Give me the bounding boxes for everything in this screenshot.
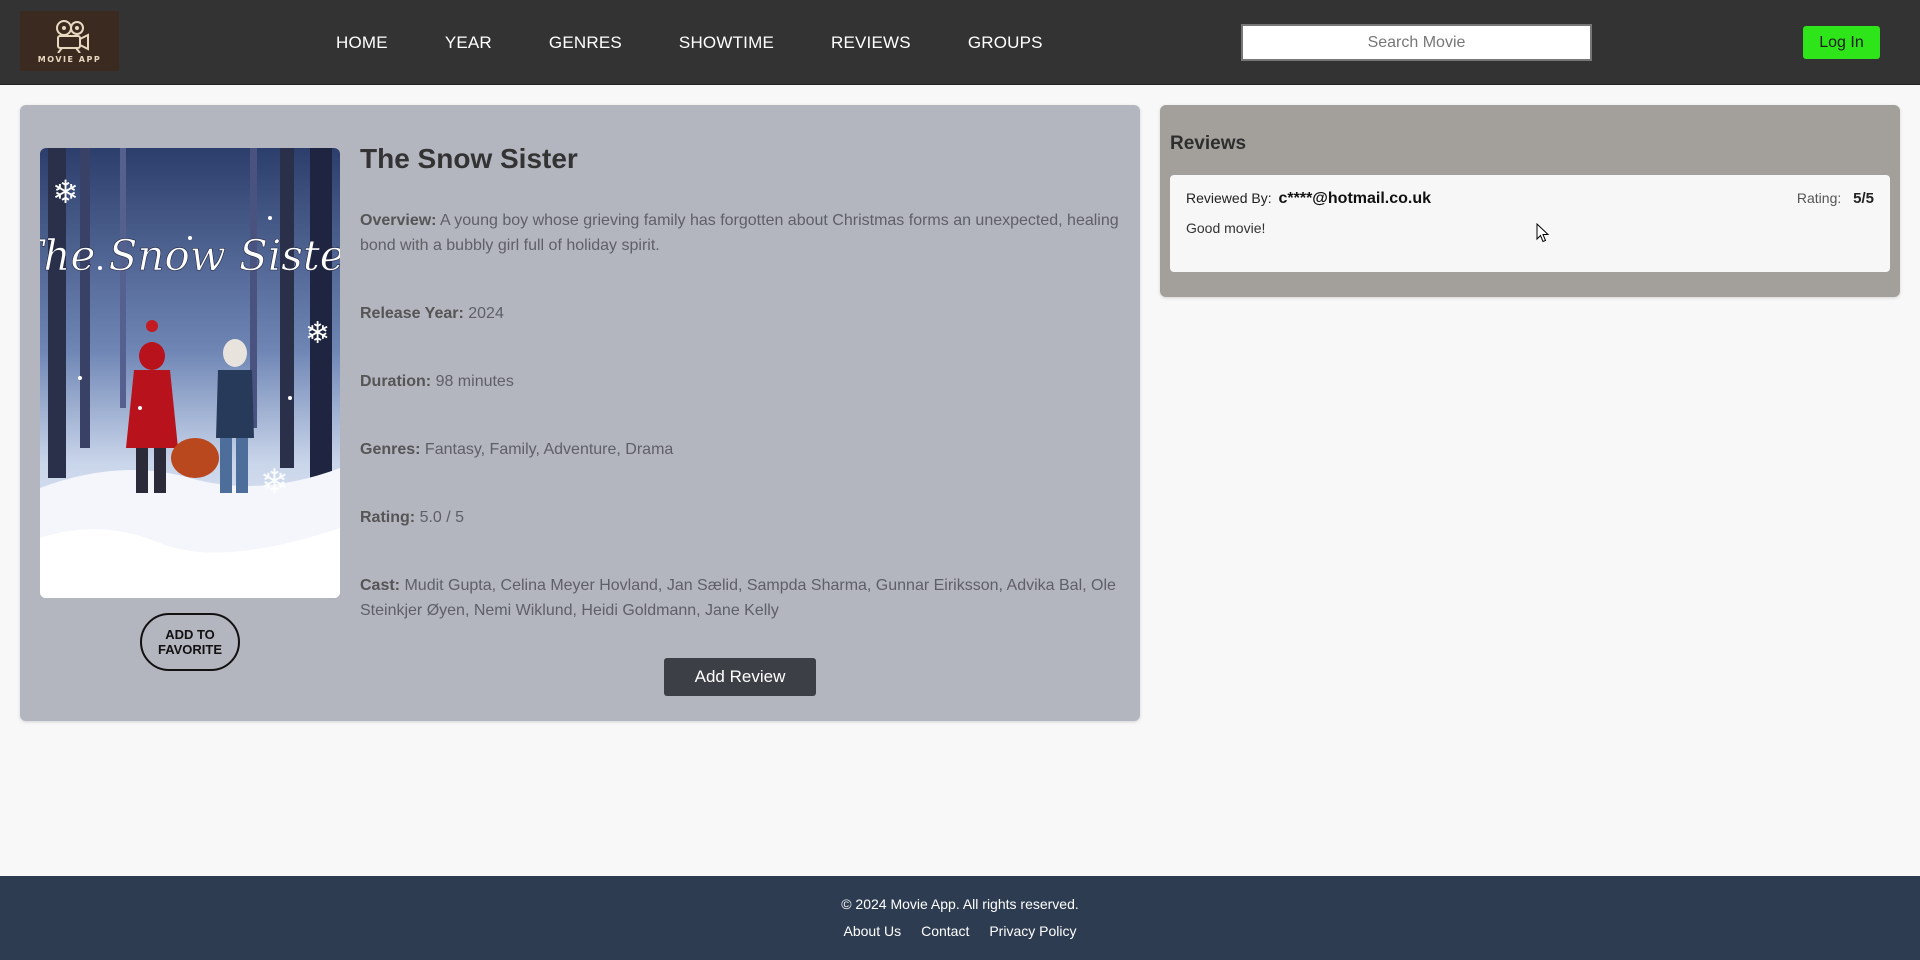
movie-details-panel: ❄ ❄ ❄ The Snow Sister ADD TO FAVORITE Th… — [20, 105, 1140, 721]
duration-value: 98 minutes — [435, 373, 514, 390]
movie-title: The Snow Sister — [360, 143, 578, 174]
poster-title: The Snow Sister — [40, 231, 340, 280]
main-nav: HOME YEAR GENRES SHOWTIME REVIEWS GROUPS — [336, 0, 1100, 85]
rating-label: Rating: — [360, 509, 416, 526]
nav-year[interactable]: YEAR — [445, 33, 492, 53]
genres-row: Genres: Fantasy, Family, Adventure, Dram… — [360, 437, 1130, 462]
svg-text:❄: ❄ — [305, 316, 330, 351]
login-button[interactable]: Log In — [1803, 26, 1880, 59]
release-year-label: Release Year: — [360, 305, 464, 322]
reviewed-by-label: Reviewed By: — [1186, 190, 1272, 206]
overview-row: Overview: A young boy whose grieving fam… — [360, 208, 1130, 258]
svg-text:❄: ❄ — [52, 173, 79, 211]
reviews-panel: Reviews Reviewed By: c****@hotmail.co.uk… — [1160, 105, 1900, 297]
cast-row: Cast: Mudit Gupta, Celina Meyer Hovland,… — [360, 573, 1130, 623]
reviews-title: Reviews — [1170, 133, 1247, 154]
release-year-row: Release Year: 2024 — [360, 301, 1130, 326]
footer-link-about[interactable]: About Us — [844, 923, 902, 939]
logo-text: MOVIE APP — [37, 54, 102, 64]
reviewer-email: c****@hotmail.co.uk — [1278, 190, 1432, 207]
footer-link-contact[interactable]: Contact — [921, 923, 969, 939]
search-input[interactable] — [1241, 24, 1592, 61]
nav-home[interactable]: HOME — [336, 33, 388, 53]
review-rating-value: 5/5 — [1853, 190, 1874, 207]
app-logo[interactable]: MOVIE APP — [20, 11, 119, 71]
nav-reviews[interactable]: REVIEWS — [831, 33, 911, 53]
duration-label: Duration: — [360, 373, 432, 390]
rating-value: 5.0 / 5 — [419, 509, 465, 526]
mouse-cursor-icon — [1536, 223, 1550, 243]
rating-row: Rating: 5.0 / 5 — [360, 505, 1130, 530]
genres-label: Genres: — [360, 441, 421, 458]
site-footer: © 2024 Movie App. All rights reserved. A… — [0, 876, 1920, 960]
film-camera-icon — [55, 19, 89, 53]
review-rating: Rating: 5/5 — [1797, 190, 1874, 207]
add-review-button[interactable]: Add Review — [664, 658, 816, 696]
review-rating-label: Rating: — [1796, 190, 1842, 206]
overview-label: Overview: — [360, 212, 437, 229]
review-text: Good movie! — [1186, 220, 1266, 236]
nav-genres[interactable]: GENRES — [549, 33, 622, 53]
poster-image: ❄ ❄ ❄ The Snow Sister — [40, 148, 340, 598]
movie-info: The Snow Sister Overview: A young boy wh… — [360, 143, 1130, 623]
nav-groups[interactable]: GROUPS — [968, 33, 1043, 53]
release-year-value: 2024 — [468, 305, 504, 322]
favorite-label-line2: FAVORITE — [157, 642, 223, 657]
nav-showtime[interactable]: SHOWTIME — [679, 33, 774, 53]
cast-label: Cast: — [360, 577, 401, 594]
svg-text:❄: ❄ — [260, 462, 289, 502]
footer-links: About Us Contact Privacy Policy — [0, 923, 1920, 939]
copyright-text: © 2024 Movie App. All rights reserved. — [841, 896, 1079, 912]
footer-link-privacy[interactable]: Privacy Policy — [989, 923, 1076, 939]
review-author: Reviewed By: c****@hotmail.co.uk — [1186, 190, 1431, 208]
review-card: Reviewed By: c****@hotmail.co.uk Rating:… — [1170, 175, 1890, 272]
add-to-favorite-button[interactable]: ADD TO FAVORITE — [140, 613, 240, 671]
movie-poster: ❄ ❄ ❄ The Snow Sister — [40, 148, 340, 598]
overview-text: A young boy whose grieving family has fo… — [360, 212, 1119, 254]
genres-value: Fantasy, Family, Adventure, Drama — [424, 441, 674, 458]
favorite-label-line1: ADD TO — [165, 627, 215, 642]
site-header: MOVIE APP HOME YEAR GENRES SHOWTIME REVI… — [0, 0, 1920, 85]
duration-row: Duration: 98 minutes — [360, 369, 1130, 394]
cast-value: Mudit Gupta, Celina Meyer Hovland, Jan S… — [360, 577, 1116, 619]
